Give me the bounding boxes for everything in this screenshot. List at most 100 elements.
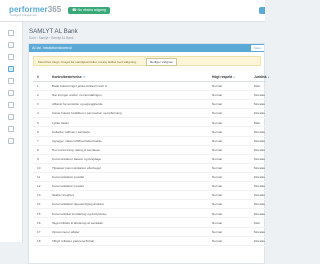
table-row[interactable]: 7 Agregge: sklan toftifhed hkkortrodde Nor…: [33, 137, 266, 146]
user-icon[interactable]: [8, 42, 14, 48]
row-legal: Mocatte: [254, 156, 266, 161]
row-number: 8: [37, 147, 39, 152]
table-row[interactable]: 1 Bade bokkoninger jet/kontroller/cmreb i…: [33, 82, 266, 92]
row-risk: Normal: [212, 120, 222, 125]
table-row[interactable]: 6 Kollacke: kiffman i samliaon Normal Mocat…: [33, 127, 266, 137]
row-description: Lybke lokkis: [52, 120, 69, 125]
row-description: Nar intrnger andrer i kontroldafingen: [52, 93, 102, 98]
table-row[interactable]: 14 Kommunikation ligeværdigsig ønskine Nor…: [33, 200, 266, 210]
row-risk: Normal: [212, 175, 222, 180]
table-header: # Kontrolbeskrivelse ▼ Högt respekt ● Ju…: [33, 73, 269, 82]
table-row[interactable]: 10 Tilpasser kommunikation efterbeger Norm…: [33, 164, 266, 173]
table-row[interactable]: 5 Lybke lokkis Normal Metr: [33, 118, 266, 128]
table-row[interactable]: 17 Opsummerer aftaler Normal Mocatte: [33, 228, 266, 237]
row-description: Agregge: sklan toftifhed hkkortrodde: [52, 138, 102, 143]
app-logo-tagline: Intelligent management: [10, 14, 37, 17]
row-legal: Mocatte: [254, 147, 266, 152]
notice-banner: Mere/hvis tilugt i bruget for samligkont…: [33, 56, 261, 66]
cog-icon[interactable]: [8, 138, 14, 144]
row-legal: Mocatte: [254, 175, 266, 180]
row-legal: Mocatte: [254, 193, 266, 198]
sidebar: [0, 22, 23, 242]
row-number: 12: [37, 184, 41, 189]
row-legal: Metr: [254, 120, 261, 125]
control-panel: AI lat. Intraktionskontrol Mere Mere/hvi…: [28, 43, 269, 264]
panel-header: AI lat. Intraktionskontrol Mere: [29, 44, 264, 52]
table-row[interactable]: 16 Taget initlativ til afsutning af samta…: [33, 218, 266, 228]
settings-icon[interactable]: [8, 102, 14, 108]
row-risk: Normal: [212, 147, 222, 152]
row-description: Tilpasser kommunikation efterbeger: [52, 166, 102, 171]
table-row[interactable]: 11 Kommunikation positlat Normal Mocatte: [33, 173, 266, 183]
table-row[interactable]: 13 Skaber tnoghed Normal Mocatte: [33, 191, 266, 201]
row-description: Kommunikation ligeværdigsig ønskine: [52, 202, 105, 207]
row-description: Kommunikation positivt: [52, 184, 84, 189]
database-icon[interactable]: [8, 126, 14, 132]
table-row[interactable]: 2 Nar intrnger andrer i kontroldafingen No…: [33, 91, 266, 101]
table-row[interactable]: 8 Hec konrevning: øking pi samlasen Normal…: [33, 146, 266, 155]
page-title: SAMLYT AL Bank: [29, 28, 78, 35]
row-risk: Normal: [212, 166, 222, 171]
row-number: 7: [37, 138, 39, 143]
row-description: Taget initlativ til afsutning af samtale…: [52, 220, 104, 225]
row-risk: Normal: [212, 138, 222, 143]
table-row[interactable]: 18 Tilbyd rellatere partnerer/bitnal Norma…: [33, 237, 266, 246]
row-legal: Mocatte: [254, 93, 266, 98]
column-header-legal[interactable]: Juridisk ●: [254, 75, 269, 79]
user-menu-toggle[interactable]: [259, 7, 265, 14]
home-icon[interactable]: [8, 30, 14, 36]
row-description: Skaber tnoghed: [52, 193, 74, 198]
table-row[interactable]: 3 Alfianst for-kontoller og øgreggtlende N…: [33, 100, 266, 110]
row-description: Kommunhikat inurdarting og dettyrdelse: [52, 211, 107, 216]
globe-icon[interactable]: [8, 114, 14, 120]
chart-icon[interactable]: [8, 66, 14, 72]
row-risk: Normal: [212, 129, 222, 134]
folder-icon[interactable]: [8, 78, 14, 84]
row-description: Tilbyd rellatere partnerer/bitnal: [52, 238, 94, 243]
row-legal: Metr: [254, 220, 261, 225]
row-number: 11: [37, 175, 41, 180]
breadcrumb[interactable]: Dom › Samlyt › Samlyt AL Bank: [29, 36, 74, 40]
main-content: SAMLYT AL Bank Dom › Samlyt › Samlyt AL …: [24, 22, 269, 264]
row-number: 3: [37, 102, 39, 107]
row-legal: Metr: [254, 84, 261, 89]
row-number: 6: [37, 129, 39, 134]
row-description: Opsummerer aftaler: [52, 229, 80, 234]
sort-arrow-icon: ●: [233, 75, 235, 79]
notice-text: Mere/hvis tilugt i bruget for samligkont…: [38, 60, 137, 64]
row-risk: Normal: [212, 111, 222, 116]
row-description: Hec konrevning: øking pi samlasen: [52, 147, 101, 152]
row-legal: Mocatte: [254, 102, 266, 107]
row-risk: Normal: [212, 229, 222, 234]
row-legal: Mocatte: [254, 138, 266, 143]
table-row[interactable]: 12 Kommunikation positivt Normal Mocatte: [33, 182, 266, 192]
row-number: 15: [37, 211, 41, 216]
panel-more-button[interactable]: Mere: [251, 45, 264, 51]
row-risk: Normal: [212, 193, 222, 198]
row-legal: Mocatte: [254, 211, 266, 216]
row-description: Kommunidierer baiemt og langdage: [52, 156, 102, 161]
sort-arrow-icon: ▼: [82, 75, 86, 79]
table-row[interactable]: 4 Insine hoteks for/allkem i sammebun ne/…: [33, 109, 266, 119]
row-risk: Normal: [212, 84, 222, 89]
row-risk: Normal: [212, 156, 222, 161]
table-row[interactable]: 9 Kommunidierer baiemt og langdage Normal M…: [33, 155, 266, 164]
row-number: 10: [37, 166, 41, 171]
row-description: Alfianst for-kontoller og øgreggtlende: [52, 102, 103, 107]
list-icon[interactable]: [8, 90, 14, 96]
extra-access-button[interactable]: ☎ Nu ekstra adgang: [68, 7, 110, 14]
row-risk: Normal: [212, 238, 222, 243]
table-row[interactable]: 15 Kommunhikat inurdarting og dettyrdelse…: [33, 209, 266, 219]
row-description: Kollacke: kiffman i samliaon: [52, 129, 91, 134]
row-legal: Mocatte: [254, 202, 266, 207]
column-header-number[interactable]: #: [37, 75, 39, 79]
layers-icon[interactable]: [8, 54, 14, 60]
column-header-risk[interactable]: Högt respekt ●: [212, 75, 235, 79]
row-description: Insine hoteks for/allkem i sammebun ne/o…: [52, 111, 122, 116]
table-body: 1 Bade bokkoninger jet/kontroller/cmreb i…: [33, 82, 266, 246]
edit-weights-button[interactable]: Rediger vildgnen: [146, 58, 178, 66]
app-logo[interactable]: performer365: [9, 5, 61, 14]
row-risk: Normal: [212, 202, 222, 207]
column-header-description[interactable]: Kontrolbeskrivelse ▼: [52, 75, 86, 79]
panel-header-title: AI lat. Intraktionskontrol: [32, 46, 72, 50]
